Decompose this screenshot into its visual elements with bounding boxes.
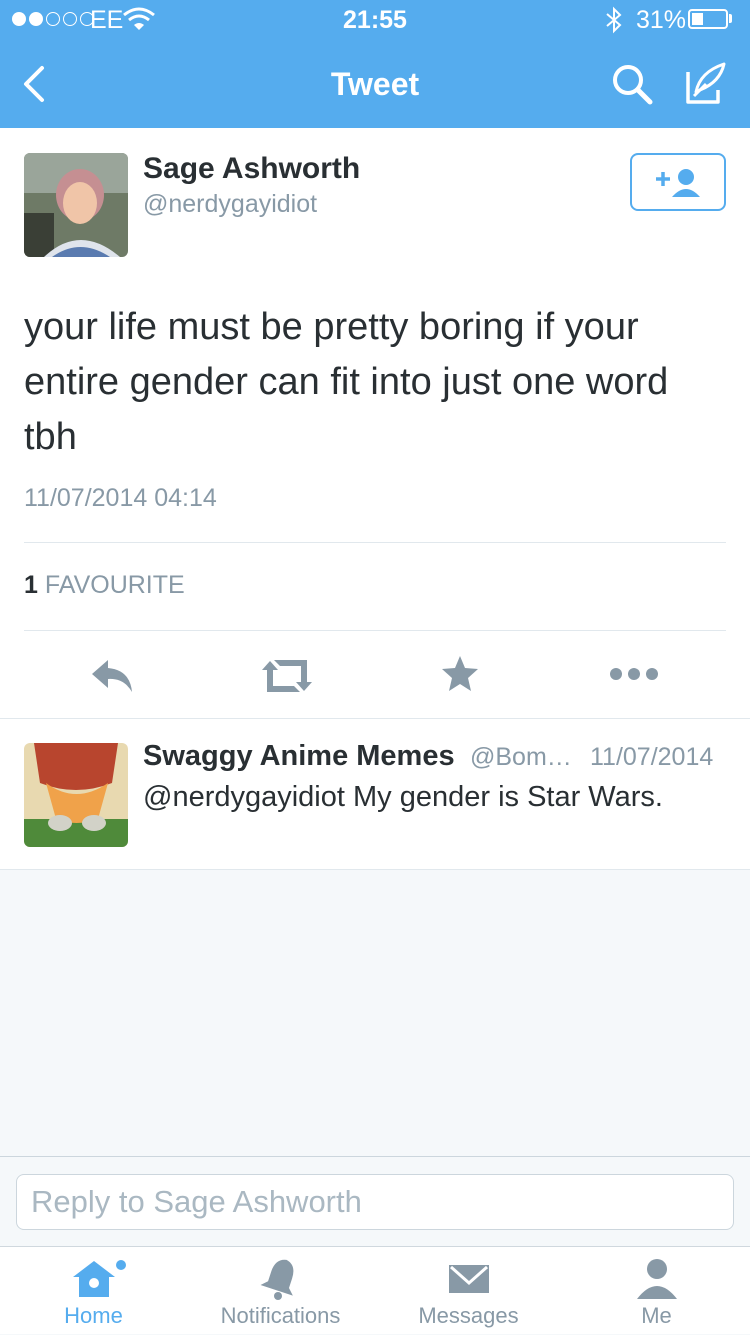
reply-tweet[interactable]: Swaggy Anime Memes @Bom… 11/07/2014 @ner… <box>0 718 750 870</box>
tab-label-me: Me <box>641 1303 672 1328</box>
tab-bar: Home Notifications Messages Me <box>0 1246 750 1334</box>
favourite-count: 1 <box>24 571 38 599</box>
retweet-icon[interactable] <box>258 656 316 696</box>
follow-button[interactable] <box>630 153 726 211</box>
tab-notifications[interactable]: Notifications <box>187 1247 374 1335</box>
compose-tweet-icon[interactable] <box>684 60 730 106</box>
reply-author-name[interactable]: Swaggy Anime Memes <box>143 740 455 773</box>
tab-label-home: Home <box>64 1303 123 1328</box>
reply-input[interactable]: Reply to Sage Ashworth <box>16 1174 734 1230</box>
favourite-label: FAVOURITE <box>44 571 185 599</box>
envelope-icon <box>448 1265 489 1293</box>
favourite-star-icon[interactable] <box>440 654 480 694</box>
tweet-detail-card: Sage Ashworth @nerdygayidiot your life m… <box>0 128 750 718</box>
top-bar: EE 21:55 31% Tweet <box>0 0 750 128</box>
bell-icon <box>260 1259 293 1300</box>
battery-percent: 31% <box>636 6 687 34</box>
divider <box>24 630 726 631</box>
status-bar: EE 21:55 31% <box>0 0 750 40</box>
more-options-icon[interactable] <box>608 664 660 684</box>
reply-text: @nerdygayidiot My gender is Star Wars. <box>143 781 663 813</box>
tab-label-notifications: Notifications <box>220 1303 341 1328</box>
tab-me[interactable]: Me <box>563 1247 750 1335</box>
divider <box>24 542 726 543</box>
author-avatar[interactable] <box>24 153 128 257</box>
tweet-timestamp: 11/07/2014 04:14 <box>24 484 217 512</box>
home-icon <box>72 1260 126 1297</box>
tweet-text: your life must be pretty boring if your … <box>24 306 669 458</box>
reply-timestamp: 11/07/2014 <box>590 743 714 771</box>
reply-bar: Reply to Sage Ashworth <box>0 1156 750 1246</box>
battery-icon <box>688 9 728 29</box>
reply-author-handle: @Bom… <box>470 743 572 771</box>
person-icon <box>636 1259 677 1299</box>
add-user-icon <box>656 169 700 197</box>
reply-icon[interactable] <box>88 656 138 696</box>
author-handle[interactable]: @nerdygayidiot <box>143 190 317 219</box>
reply-author-avatar[interactable] <box>24 743 128 847</box>
tab-messages[interactable]: Messages <box>375 1247 562 1335</box>
favourite-count-row[interactable]: 1 FAVOURITE <box>24 571 185 600</box>
search-icon[interactable] <box>610 62 654 106</box>
bluetooth-icon <box>606 6 622 34</box>
author-name[interactable]: Sage Ashworth <box>143 152 360 186</box>
tab-home[interactable]: Home <box>0 1247 187 1335</box>
tab-label-messages: Messages <box>418 1303 519 1328</box>
